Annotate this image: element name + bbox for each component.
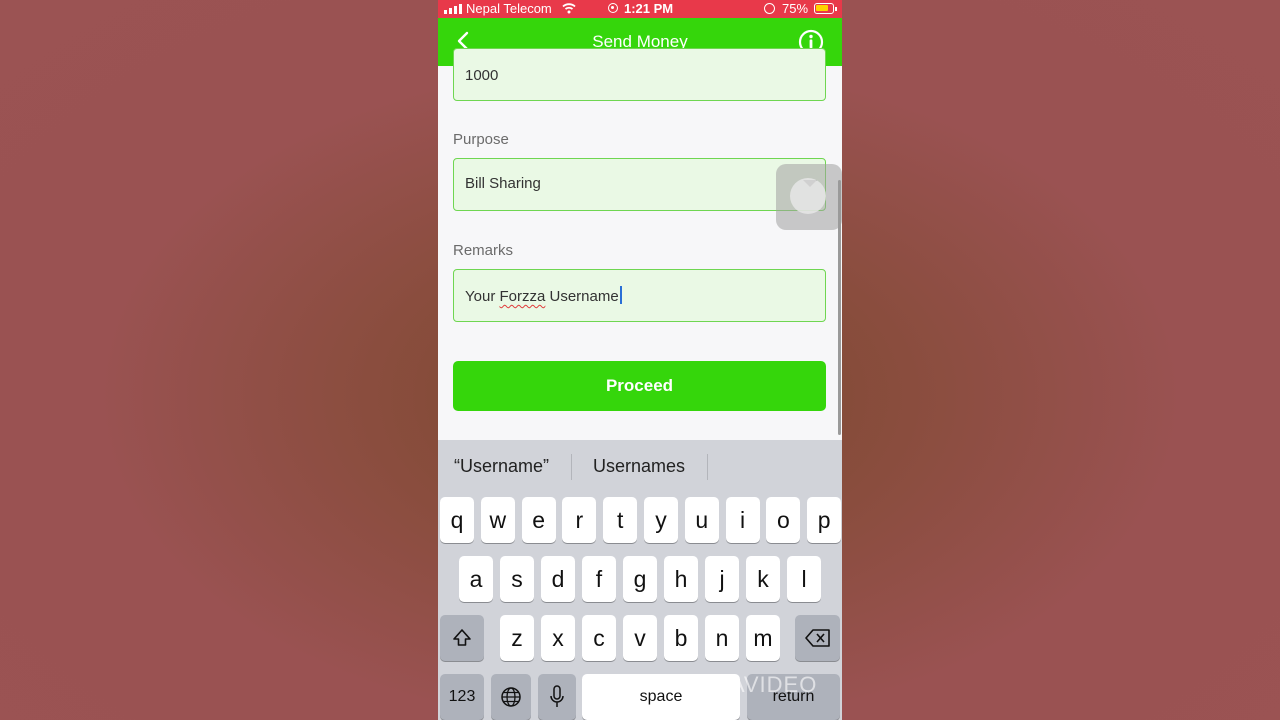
purpose-label: Purpose	[453, 131, 509, 148]
remarks-value: Your Forzza Username	[465, 286, 622, 305]
key-w[interactable]: w	[480, 497, 515, 543]
key-k[interactable]: k	[746, 556, 780, 602]
key-l[interactable]: l	[787, 556, 821, 602]
status-time: 1:21 PM	[624, 1, 674, 16]
battery-percent: 75%	[782, 1, 809, 16]
amount-input[interactable]: 1000	[453, 48, 826, 101]
status-bar: Nepal Telecom 1:21 PM 75%	[438, 0, 842, 18]
numbers-key[interactable]: 123	[440, 674, 484, 720]
misspelled-word: Forzza	[499, 288, 546, 305]
key-p[interactable]: p	[807, 497, 842, 543]
remarks-text-suffix: Username	[545, 288, 619, 305]
shift-icon	[453, 629, 471, 646]
key-t[interactable]: t	[603, 497, 638, 543]
signal-icon	[444, 4, 462, 14]
key-c[interactable]: c	[582, 615, 616, 661]
key-y[interactable]: y	[644, 497, 678, 543]
key-h[interactable]: h	[664, 556, 698, 602]
suggestion-divider	[707, 454, 708, 480]
key-d[interactable]: d	[541, 556, 575, 602]
amount-value: 1000	[465, 67, 499, 84]
key-n[interactable]: n	[705, 615, 739, 661]
remarks-input[interactable]: Your Forzza Username	[453, 269, 826, 322]
scrollbar[interactable]	[838, 180, 841, 435]
screen-recording-icon	[608, 3, 618, 13]
dictation-key[interactable]	[538, 674, 576, 720]
orientation-lock-icon	[764, 3, 775, 14]
battery-icon	[814, 3, 837, 14]
text-cursor	[619, 286, 622, 304]
suggestion-bar: “Username” Usernames	[438, 440, 842, 496]
wifi-icon	[562, 3, 576, 14]
purpose-select[interactable]: Bill Sharing	[453, 158, 826, 211]
microphone-icon	[550, 685, 564, 707]
watermark: VIVAVIDEO	[693, 672, 818, 697]
key-v[interactable]: v	[623, 615, 657, 661]
shift-key[interactable]	[440, 615, 484, 661]
key-x[interactable]: x	[541, 615, 575, 661]
key-q[interactable]: q	[440, 497, 474, 543]
key-s[interactable]: s	[500, 556, 534, 602]
remarks-text-prefix: Your	[465, 288, 500, 305]
proceed-button[interactable]: Proceed	[453, 361, 826, 411]
key-g[interactable]: g	[623, 556, 657, 602]
key-o[interactable]: o	[766, 497, 801, 543]
globe-key[interactable]	[491, 674, 531, 720]
backspace-icon	[804, 629, 830, 647]
phone-screen: Nepal Telecom 1:21 PM 75% Send Money 100…	[438, 0, 842, 720]
key-u[interactable]: u	[684, 497, 719, 543]
globe-icon	[501, 687, 521, 707]
assistive-touch-icon	[790, 178, 826, 214]
key-f[interactable]: f	[582, 556, 616, 602]
key-i[interactable]: i	[725, 497, 760, 543]
suggestion-item[interactable]: Usernames	[593, 456, 685, 477]
suggestion-item[interactable]: “Username”	[454, 456, 549, 477]
suggestion-divider	[571, 454, 572, 480]
purpose-value: Bill Sharing	[465, 175, 541, 192]
key-z[interactable]: z	[500, 615, 534, 661]
key-m[interactable]: m	[746, 615, 780, 661]
assistive-touch-button[interactable]	[776, 164, 842, 230]
delete-key[interactable]	[795, 615, 840, 661]
carrier-name: Nepal Telecom	[466, 1, 552, 16]
key-r[interactable]: r	[562, 497, 597, 543]
remarks-label: Remarks	[453, 242, 514, 259]
key-j[interactable]: j	[705, 556, 739, 602]
key-b[interactable]: b	[664, 615, 698, 661]
key-a[interactable]: a	[459, 556, 493, 602]
key-e[interactable]: e	[521, 497, 556, 543]
